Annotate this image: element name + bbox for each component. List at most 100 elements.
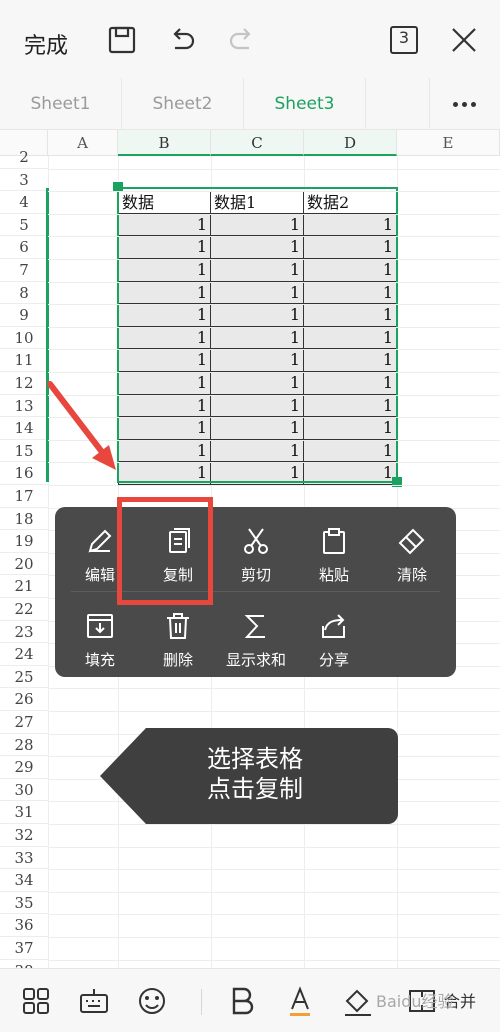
row-header[interactable]: 22 (0, 598, 48, 621)
column-header-e[interactable]: E (397, 130, 500, 156)
table-cell[interactable]: 1 (211, 236, 304, 259)
row-header[interactable]: 28 (0, 734, 48, 757)
save-icon[interactable] (106, 24, 138, 56)
row-header[interactable]: 20 (0, 553, 48, 576)
table-cell[interactable]: 1 (304, 417, 397, 440)
menu-item-clear[interactable]: 清除 (373, 513, 451, 585)
row-header[interactable]: 21 (0, 575, 48, 598)
bold-icon[interactable] (224, 983, 260, 1019)
table-cell[interactable]: 1 (304, 213, 397, 237)
table-cell[interactable]: 1 (304, 462, 397, 485)
tab-sheet1[interactable]: Sheet1 (0, 78, 122, 130)
menu-item-paste[interactable]: 粘贴 (295, 513, 373, 585)
table-cell[interactable]: 1 (118, 349, 211, 372)
row-header[interactable]: 37 (0, 937, 48, 960)
row-header[interactable]: 13 (0, 395, 48, 418)
close-icon[interactable] (448, 24, 480, 56)
undo-icon[interactable] (166, 24, 198, 56)
row-header[interactable]: 26 (0, 688, 48, 711)
table-header-cell[interactable]: 数据1 (211, 191, 304, 214)
table-header-cell[interactable]: 数据 (118, 191, 211, 214)
table-cell[interactable]: 1 (211, 462, 304, 485)
row-header[interactable]: 29 (0, 756, 48, 779)
table-cell[interactable]: 1 (118, 304, 211, 327)
table-cell[interactable]: 1 (304, 236, 397, 259)
column-header-c[interactable]: C (211, 130, 304, 156)
table-header-cell[interactable]: 数据2 (304, 191, 397, 214)
column-header-d[interactable]: D (304, 130, 397, 156)
menu-item-sum[interactable]: 显示求和 (217, 598, 295, 670)
menu-item-share[interactable]: 分享 (295, 598, 373, 670)
row-header[interactable]: 15 (0, 440, 48, 463)
row-header[interactable]: 14 (0, 417, 48, 440)
table-cell[interactable]: 1 (304, 372, 397, 395)
keyboard-icon[interactable] (76, 983, 112, 1019)
row-header[interactable]: 23 (0, 621, 48, 644)
row-header[interactable]: 2 (0, 146, 48, 169)
menu-item-cut[interactable]: 剪切 (217, 513, 295, 585)
table-cell[interactable]: 1 (118, 439, 211, 463)
table-cell[interactable]: 1 (211, 417, 304, 440)
table-cell[interactable]: 1 (118, 372, 211, 395)
row-header[interactable]: 9 (0, 304, 48, 327)
column-header-b[interactable]: B (118, 130, 211, 156)
row-header[interactable]: 16 (0, 462, 48, 485)
row-header[interactable]: 5 (0, 214, 48, 237)
table-cell[interactable]: 1 (211, 259, 304, 282)
table-cell[interactable]: 1 (118, 462, 211, 485)
done-button[interactable]: 完成 (24, 28, 68, 60)
row-header[interactable]: 19 (0, 530, 48, 553)
row-header[interactable]: 31 (0, 801, 48, 824)
table-cell[interactable]: 1 (118, 394, 211, 418)
row-header[interactable]: 4 (0, 191, 48, 214)
row-header[interactable]: 32 (0, 824, 48, 847)
emoji-icon[interactable] (134, 983, 170, 1019)
row-header[interactable]: 10 (0, 327, 48, 350)
font-color-icon[interactable] (282, 983, 318, 1019)
table-cell[interactable]: 1 (211, 349, 304, 372)
row-header[interactable]: 38 (0, 960, 48, 968)
tab-sheet3[interactable]: Sheet3 (244, 78, 366, 130)
table-cell[interactable]: 1 (118, 259, 211, 282)
table-cell[interactable]: 1 (118, 213, 211, 237)
row-header[interactable]: 36 (0, 914, 48, 937)
row-header[interactable]: 33 (0, 847, 48, 870)
row-header[interactable]: 24 (0, 643, 48, 666)
table-cell[interactable]: 1 (304, 304, 397, 327)
menu-item-delete[interactable]: 删除 (139, 598, 217, 670)
table-cell[interactable]: 1 (304, 439, 397, 463)
more-icon[interactable] (430, 78, 500, 130)
row-header[interactable]: 7 (0, 259, 48, 282)
row-header[interactable]: 11 (0, 349, 48, 372)
table-cell[interactable]: 1 (211, 439, 304, 463)
row-header[interactable]: 34 (0, 869, 48, 892)
table-cell[interactable]: 1 (304, 349, 397, 372)
table-cell[interactable]: 1 (304, 259, 397, 282)
table-cell[interactable]: 1 (211, 372, 304, 395)
row-header[interactable]: 27 (0, 711, 48, 734)
table-cell[interactable]: 1 (211, 326, 304, 350)
fill-color-icon[interactable] (340, 983, 376, 1019)
row-header[interactable]: 18 (0, 508, 48, 531)
menu-item-fill[interactable]: 填充 (61, 598, 139, 670)
row-header[interactable]: 17 (0, 485, 48, 508)
table-cell[interactable]: 1 (118, 326, 211, 350)
table-cell[interactable]: 1 (211, 394, 304, 418)
table-cell[interactable]: 1 (304, 326, 397, 350)
table-cell[interactable]: 1 (304, 281, 397, 305)
redo-icon[interactable] (226, 24, 258, 56)
table-cell[interactable]: 1 (118, 417, 211, 440)
table-cell[interactable]: 1 (211, 213, 304, 237)
sheet-count-button[interactable]: 3 (388, 24, 420, 56)
tab-sheet2[interactable]: Sheet2 (122, 78, 244, 130)
table-cell[interactable]: 1 (118, 236, 211, 259)
table-cell[interactable]: 1 (211, 304, 304, 327)
table-cell[interactable]: 1 (304, 394, 397, 418)
column-header-a[interactable]: A (48, 130, 118, 156)
row-header[interactable]: 3 (0, 169, 48, 192)
row-header[interactable]: 35 (0, 892, 48, 915)
row-header[interactable]: 12 (0, 372, 48, 395)
row-header[interactable]: 25 (0, 666, 48, 689)
table-cell[interactable]: 1 (211, 281, 304, 305)
row-header[interactable]: 30 (0, 779, 48, 802)
